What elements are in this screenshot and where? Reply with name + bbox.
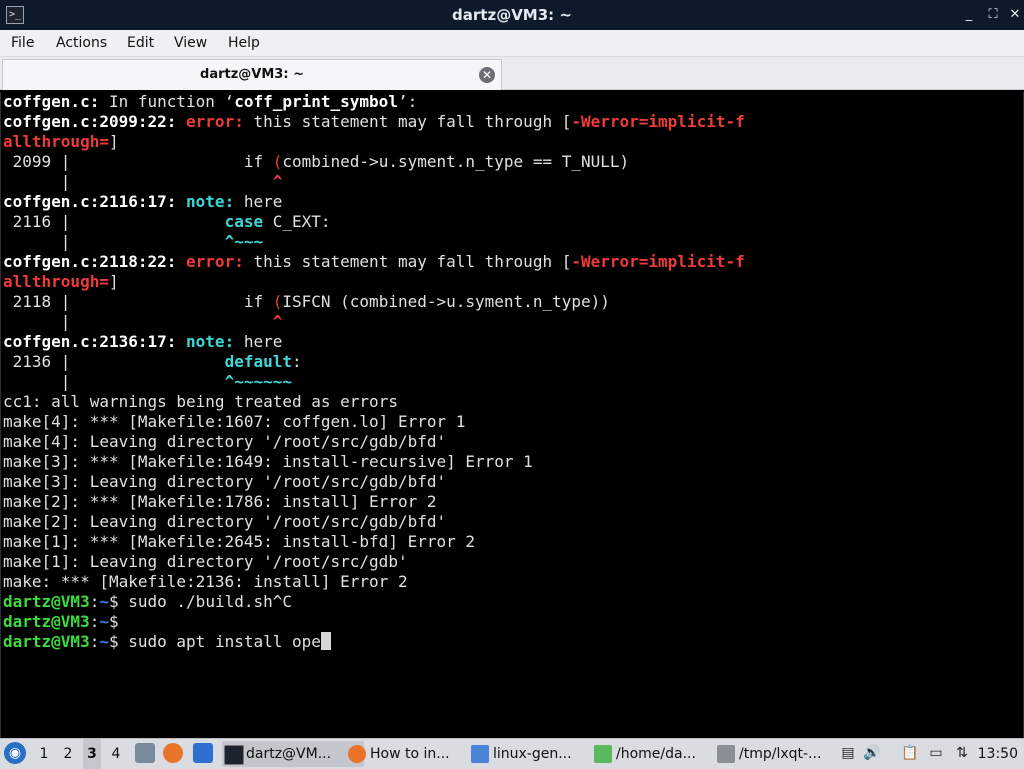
task-label: /tmp/lxqt-... [739,746,822,762]
task-tmp-editor[interactable]: /tmp/lxqt-... [715,741,857,767]
terminal-line: allthrough=] [3,132,119,151]
terminal-line: make[2]: Leaving directory '/root/src/gd… [3,512,447,531]
tab-close-icon[interactable]: ✕ [479,67,495,83]
terminal-line: make[4]: *** [Makefile:1607: coffgen.lo]… [3,412,466,431]
task-terminal[interactable]: dartz@VM... [222,741,364,767]
menu-file[interactable]: File [10,30,35,56]
menu-bar: File Actions Edit View Help [0,30,1024,57]
task-label: dartz@VM... [246,746,332,762]
terminal-line: | ^ [3,312,283,331]
terminal-line: | ^~~~ [3,232,264,251]
text-cursor [320,632,331,650]
task-firefox[interactable]: How to in... [346,741,488,767]
terminal-line: cc1: all warnings being treated as error… [3,392,398,411]
workspace-2[interactable]: 2 [59,739,77,769]
task-folder[interactable]: linux-gen... [469,741,611,767]
terminal-line: 2136 | default: [3,352,302,371]
terminal-line: make[3]: *** [Makefile:1649: install-rec… [3,452,533,471]
terminal-line: 2116 | case C_EXT: [3,212,331,231]
menu-edit[interactable]: Edit [126,30,155,56]
workspace-4[interactable]: 4 [107,739,125,769]
menu-view[interactable]: View [173,30,208,56]
prompt-line: dartz@VM3:~$ [3,612,119,631]
text-editor-icon [594,745,612,763]
file-manager-icon[interactable] [193,743,213,763]
firefox-icon[interactable] [163,743,183,763]
terminal-line: | ^ [3,172,283,191]
start-menu-icon[interactable]: ◉ [4,742,26,764]
task-label: How to in... [370,746,450,762]
terminal-line: 2118 | if (ISFCN (combined->u.syment.n_t… [3,292,610,311]
terminal-line: make[3]: Leaving directory '/root/src/gd… [3,472,447,491]
tab-bar: dartz@VM3: ~ ✕ [0,57,1024,90]
terminal-line: 2099 | if (combined->u.syment.n_type == … [3,152,630,171]
terminal-tab[interactable]: dartz@VM3: ~ ✕ [2,59,502,90]
terminal-line: coffgen.c:2136:17: note: here [3,332,283,351]
close-button[interactable]: ✕ [1008,8,1022,22]
minimize-button[interactable]: _ [962,8,976,22]
window-titlebar: >_ dartz@VM3: ~ _ ⛶ ✕ [0,0,1024,30]
task-label: /home/da... [616,746,696,762]
menu-actions[interactable]: Actions [55,30,108,56]
workspace-3[interactable]: 3 [83,739,101,769]
prompt-line: dartz@VM3:~$ sudo ./build.sh^C [3,592,293,611]
clock[interactable]: 13:50 [978,739,1018,769]
volume-icon[interactable]: 🔊 [862,743,882,763]
workspace-1[interactable]: 1 [35,739,53,769]
terminal-line: make[2]: *** [Makefile:1786: install] Er… [3,492,437,511]
terminal-line: make[4]: Leaving directory '/root/src/gd… [3,432,447,451]
prompt-line[interactable]: dartz@VM3:~$ sudo apt install ope [3,632,745,652]
terminal-line: make[1]: *** [Makefile:2645: install-bfd… [3,532,476,551]
terminal-line: coffgen.c:2116:17: note: here [3,192,283,211]
folder-icon [471,745,489,763]
command-input[interactable]: $ sudo apt install ope [109,632,321,651]
menu-help[interactable]: Help [227,30,261,56]
editor-icon [717,745,735,763]
terminal-line: coffgen.c: In function ‘coff_print_symbo… [3,92,418,111]
terminal-icon [224,745,244,765]
tray-menu-icon[interactable]: ▤ [838,743,858,763]
terminal-line: make: *** [Makefile:2136: install] Error… [3,572,408,591]
task-home-editor[interactable]: /home/da... [592,741,734,767]
network-icon[interactable]: ⇅ [952,743,972,763]
terminal-line: | ^~~~~~~ [3,372,292,391]
maximize-button[interactable]: ⛶ [986,8,1000,22]
terminal-line: coffgen.c:2099:22: error: this statement… [3,112,745,131]
show-desktop-icon[interactable] [135,743,155,763]
terminal-line: allthrough=] [3,272,119,291]
tab-label: dartz@VM3: ~ [200,67,304,82]
monitor-icon[interactable]: ▭ [926,743,946,763]
terminal-line: make[1]: Leaving directory '/root/src/gd… [3,552,408,571]
task-label: linux-gen... [493,746,572,762]
window-title: dartz@VM3: ~ [452,6,572,24]
taskbar: ◉ 1 2 3 4 dartz@VM... How to in... linux… [0,738,1024,769]
terminal-line: coffgen.c:2118:22: error: this statement… [3,252,745,271]
firefox-icon [348,745,366,763]
terminal-output[interactable]: coffgen.c: In function ‘coff_print_symbo… [0,92,1024,738]
clipboard-icon[interactable]: 📋 [900,743,920,763]
